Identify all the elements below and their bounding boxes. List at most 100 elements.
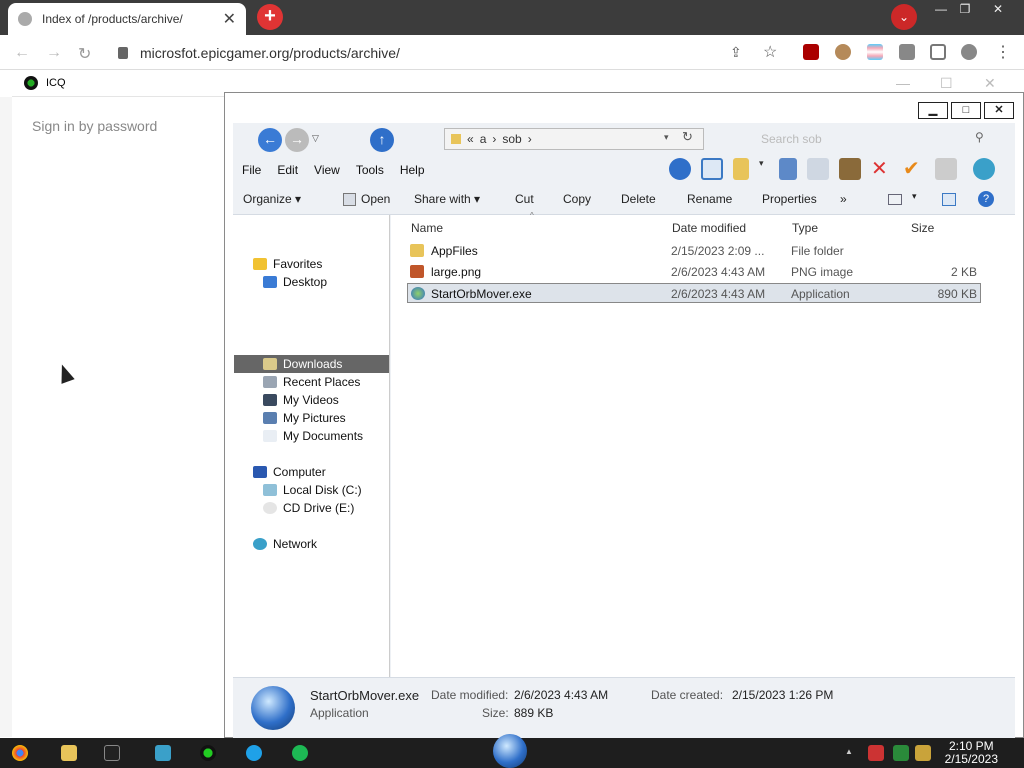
- open-button[interactable]: Open: [361, 192, 390, 206]
- nav-my-videos[interactable]: My Videos: [263, 391, 339, 409]
- move-to-folder-icon[interactable]: [733, 158, 749, 180]
- more-commands-button[interactable]: »: [840, 192, 847, 206]
- search-input[interactable]: Search sob: [753, 128, 1003, 150]
- explorer-minimize-button[interactable]: ▁: [918, 102, 948, 119]
- help-icon[interactable]: ?: [978, 191, 994, 207]
- icq-icon[interactable]: [200, 745, 216, 761]
- breadcrumb-separator[interactable]: ›: [528, 132, 532, 146]
- file-row-startorbmover[interactable]: StartOrbMover.exe 2/6/2023 4:43 AM Appli…: [407, 283, 981, 303]
- paste-icon[interactable]: [839, 158, 861, 180]
- rename-button[interactable]: Rename: [687, 192, 732, 206]
- view-options-icon[interactable]: [888, 194, 902, 205]
- menu-help[interactable]: Help: [400, 163, 425, 177]
- spotify-icon[interactable]: [292, 745, 308, 761]
- ublock-icon[interactable]: [803, 44, 819, 60]
- email-icon[interactable]: [935, 158, 957, 180]
- copy-icon[interactable]: [807, 158, 829, 180]
- sign-in-by-password-link[interactable]: Sign in by password: [32, 118, 157, 134]
- nav-favorites[interactable]: Favorites: [253, 255, 322, 273]
- file-row-large-png[interactable]: large.png 2/6/2023 4:43 AM PNG image 2 K…: [407, 262, 981, 282]
- organize-button[interactable]: Organize ▾: [243, 192, 301, 206]
- breadcrumb-sob[interactable]: sob: [502, 132, 521, 146]
- up-icon[interactable]: [669, 158, 691, 180]
- bookmark-star-icon[interactable]: ☆: [763, 42, 777, 62]
- nav-cd-drive[interactable]: CD Drive (E:): [263, 499, 354, 517]
- address-bar[interactable]: microsfot.epicgamer.org/products/archive…: [108, 40, 788, 66]
- clock[interactable]: 2:10 PM 2/15/2023: [945, 740, 998, 766]
- share-with-button[interactable]: Share with ▾: [414, 192, 480, 206]
- tab-close-button[interactable]: ✕: [223, 9, 236, 29]
- forward-arrow-icon[interactable]: →: [46, 44, 62, 62]
- nav-my-pictures[interactable]: My Pictures: [263, 409, 346, 427]
- tab-search-button[interactable]: ⌄: [891, 4, 917, 30]
- nav-desktop[interactable]: Desktop: [263, 273, 327, 291]
- back-arrow-icon[interactable]: ←: [14, 44, 30, 62]
- icq-maximize-button[interactable]: ☐: [940, 75, 953, 92]
- close-button[interactable]: ✕: [983, 0, 1013, 18]
- browser-tab[interactable]: Index of /products/archive/ ✕: [8, 3, 246, 35]
- extension-avatar-icon[interactable]: [835, 44, 851, 60]
- flag-extension-icon[interactable]: [867, 44, 883, 60]
- address-dropdown-icon[interactable]: ▾: [664, 132, 669, 143]
- start-orb-icon[interactable]: [493, 734, 527, 768]
- menu-tools[interactable]: Tools: [356, 163, 384, 177]
- nav-computer[interactable]: Computer: [253, 463, 326, 481]
- refresh-icon[interactable]: ↻: [682, 129, 693, 145]
- nav-local-disk[interactable]: Local Disk (C:): [263, 481, 362, 499]
- preview-pane-icon[interactable]: [942, 193, 956, 206]
- share-icon[interactable]: ⇪: [730, 44, 742, 61]
- folders-pane-icon[interactable]: [701, 158, 723, 180]
- chrome-icon[interactable]: [12, 745, 28, 761]
- tray-overflow-icon[interactable]: ▲: [845, 747, 853, 756]
- delete-button[interactable]: Delete: [621, 192, 656, 206]
- properties-button[interactable]: Properties: [762, 192, 817, 206]
- column-type[interactable]: Type: [792, 221, 818, 235]
- new-tab-button[interactable]: +: [257, 4, 283, 30]
- menu-dots-icon[interactable]: ⋮: [995, 42, 1011, 62]
- column-date-modified[interactable]: Date modified: [672, 221, 746, 235]
- skype-icon[interactable]: [246, 745, 262, 761]
- column-name[interactable]: Name: [411, 221, 443, 235]
- icq-close-button[interactable]: ✕: [984, 75, 996, 92]
- reload-icon[interactable]: ↻: [78, 44, 91, 64]
- menu-edit[interactable]: Edit: [277, 163, 298, 177]
- forward-arrow-icon[interactable]: →: [285, 128, 309, 152]
- nav-network[interactable]: Network: [253, 535, 317, 553]
- restore-button[interactable]: ❐: [950, 0, 980, 18]
- copy-button[interactable]: Copy: [563, 192, 591, 206]
- menu-view[interactable]: View: [314, 163, 340, 177]
- explorer-close-button[interactable]: ✕: [984, 102, 1014, 119]
- network-globe-icon[interactable]: [973, 158, 995, 180]
- volume-icon[interactable]: [915, 745, 931, 761]
- cut-button[interactable]: Cut: [515, 192, 534, 206]
- 7zip-icon[interactable]: [104, 745, 120, 761]
- file-row-appfiles[interactable]: AppFiles 2/15/2023 2:09 ... File folder: [407, 241, 981, 261]
- nav-my-documents[interactable]: My Documents: [263, 427, 363, 445]
- back-arrow-icon[interactable]: ←: [258, 128, 282, 152]
- menu-file[interactable]: File: [242, 163, 261, 177]
- breadcrumb-separator[interactable]: ›: [492, 132, 496, 146]
- side-panel-icon[interactable]: [930, 44, 946, 60]
- network-tray-icon[interactable]: [893, 745, 909, 761]
- nav-downloads[interactable]: Downloads: [263, 355, 342, 373]
- profile-icon[interactable]: [961, 44, 977, 60]
- breadcrumb-a[interactable]: a: [480, 132, 487, 146]
- cut-scissors-icon[interactable]: [779, 158, 797, 180]
- breadcrumb-overflow[interactable]: «: [467, 132, 474, 146]
- up-folder-icon[interactable]: ↑: [370, 128, 394, 152]
- search-icon[interactable]: ⚲: [975, 130, 984, 144]
- app-icon[interactable]: [155, 745, 171, 761]
- nav-recent-places[interactable]: Recent Places: [263, 373, 360, 391]
- view-dropdown-icon[interactable]: ▾: [912, 191, 917, 202]
- file-explorer-icon[interactable]: [61, 745, 77, 761]
- icq-minimize-button[interactable]: —: [896, 75, 910, 91]
- explorer-maximize-button[interactable]: □: [951, 102, 981, 119]
- dropdown-icon[interactable]: ▾: [759, 158, 769, 180]
- puzzle-icon[interactable]: [899, 44, 915, 60]
- delete-x-icon[interactable]: ✕: [871, 158, 893, 180]
- column-size[interactable]: Size: [911, 221, 934, 235]
- nav-label: Downloads: [283, 357, 343, 371]
- recent-pages-dropdown-icon[interactable]: ▽: [312, 133, 319, 144]
- flag-icon[interactable]: [868, 745, 884, 761]
- checkmark-icon[interactable]: ✔: [903, 158, 925, 180]
